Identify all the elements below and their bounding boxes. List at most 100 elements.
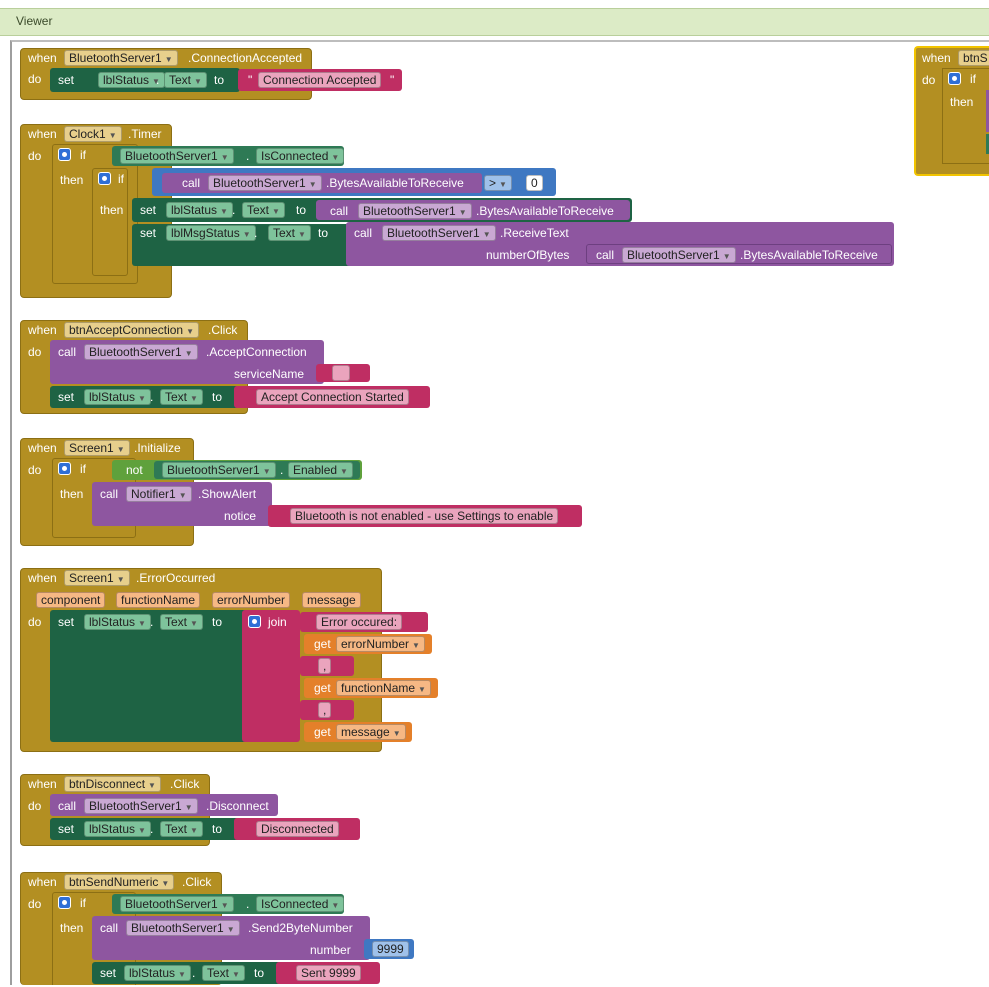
chevron-down-icon: ▼ — [262, 467, 271, 476]
if-keyword: if — [80, 462, 86, 476]
do-keyword: do — [28, 463, 42, 477]
component-dropdown[interactable]: BluetoothServer1 ▼ — [120, 896, 234, 912]
param-function-name[interactable]: functionName — [116, 592, 201, 608]
property-dropdown[interactable]: Enabled ▼ — [288, 462, 353, 478]
chevron-down-icon: ▼ — [138, 394, 146, 403]
component-dropdown[interactable]: btnDisconnect ▼ — [64, 776, 161, 792]
text-value[interactable]: Sent 9999 — [296, 965, 361, 981]
target-dropdown[interactable]: lblStatus ▼ — [84, 614, 151, 630]
component-dropdown[interactable]: btnS — [958, 50, 989, 66]
property-dropdown[interactable]: Text ▼ — [164, 72, 207, 88]
variable-dropdown[interactable]: functionName ▼ — [336, 680, 431, 696]
component-dropdown[interactable]: btnSendNumeric ▼ — [64, 874, 175, 890]
when-keyword: when — [922, 51, 951, 65]
component-dropdown[interactable]: BluetoothServer1 ▼ — [84, 798, 198, 814]
set-keyword: set — [58, 73, 75, 87]
property-dropdown[interactable]: IsConnected ▼ — [256, 148, 345, 164]
chevron-down-icon: ▼ — [722, 252, 731, 261]
empty-text-value[interactable] — [332, 365, 350, 381]
chevron-down-icon: ▼ — [499, 180, 507, 189]
target-dropdown[interactable]: lblStatus ▼ — [84, 389, 151, 405]
component-dropdown[interactable]: BluetoothServer1 ▼ — [120, 148, 234, 164]
event-name: .ConnectionAccepted — [188, 51, 303, 65]
text-value[interactable]: Accept Connection Started — [256, 389, 409, 405]
param-component[interactable]: component — [36, 592, 106, 608]
set-keyword: set — [140, 226, 157, 240]
chevron-down-icon: ▼ — [482, 230, 491, 239]
component-dropdown[interactable]: Screen1 ▼ — [64, 570, 130, 586]
to-keyword: to — [212, 390, 223, 404]
blocks-workspace[interactable]: when BluetoothServer1 ▼ .ConnectionAccept… — [10, 40, 989, 985]
event-name: .Initialize — [134, 441, 181, 455]
gear-icon[interactable] — [248, 615, 261, 628]
chevron-down-icon: ▼ — [220, 153, 229, 162]
chevron-down-icon: ▼ — [220, 901, 229, 910]
gear-icon[interactable] — [58, 148, 71, 161]
target-dropdown[interactable]: lblStatus ▼ — [84, 821, 151, 837]
text-value[interactable]: Error occured: — [316, 614, 403, 630]
variable-dropdown[interactable]: message ▼ — [336, 724, 406, 740]
chevron-down-icon: ▼ — [116, 575, 125, 584]
param-message[interactable]: message — [302, 592, 361, 608]
target-dropdown[interactable]: lblStatus ▼ — [98, 72, 165, 88]
property-dropdown[interactable]: Text ▼ — [242, 202, 285, 218]
component-dropdown[interactable]: BluetoothServer1 ▼ — [64, 50, 178, 66]
component-dropdown[interactable]: BluetoothServer1 ▼ — [358, 203, 472, 219]
text-value[interactable]: Bluetooth is not enabled - use Settings … — [290, 508, 559, 524]
gear-icon[interactable] — [58, 896, 71, 909]
chevron-down-icon: ▼ — [298, 230, 306, 239]
component-dropdown[interactable]: BluetoothServer1 ▼ — [84, 344, 198, 360]
to-keyword: to — [212, 822, 223, 836]
if-keyword: if — [118, 172, 124, 186]
method-name: .ReceiveText — [500, 226, 569, 240]
viewer-title: Viewer — [16, 14, 53, 28]
gear-icon[interactable] — [98, 172, 111, 185]
property-dropdown[interactable]: Text ▼ — [160, 614, 203, 630]
chevron-down-icon: ▼ — [412, 641, 420, 650]
text-value[interactable]: , — [318, 658, 332, 674]
property-dropdown[interactable]: Text ▼ — [160, 389, 203, 405]
number-value[interactable]: 0 — [526, 175, 543, 191]
not-keyword: not — [126, 463, 143, 477]
component-dropdown[interactable]: btnAcceptConnection ▼ — [64, 322, 199, 338]
property-dropdown[interactable]: IsConnected ▼ — [256, 896, 345, 912]
component-dropdown[interactable]: Screen1 ▼ — [64, 440, 130, 456]
param-label: notice — [224, 509, 257, 523]
get-keyword: get — [314, 681, 331, 695]
gear-icon[interactable] — [58, 462, 71, 475]
text-value[interactable]: Disconnected — [256, 821, 339, 837]
component-dropdown[interactable]: BluetoothServer1 ▼ — [382, 225, 496, 241]
target-dropdown[interactable]: lblMsgStatus ▼ — [166, 225, 256, 241]
component-dropdown[interactable]: Notifier1 ▼ — [126, 486, 192, 502]
component-dropdown[interactable]: BluetoothServer1 ▼ — [208, 175, 322, 191]
get-keyword: get — [314, 725, 331, 739]
variable-dropdown[interactable]: errorNumber ▼ — [336, 636, 425, 652]
then-keyword: then — [60, 921, 84, 935]
dot-label: . — [150, 390, 154, 404]
if-keyword: if — [80, 896, 86, 910]
event-name: .Click — [170, 777, 200, 791]
param-error-number[interactable]: errorNumber — [212, 592, 291, 608]
operator-dropdown[interactable]: > ▼ — [484, 175, 512, 191]
property-dropdown[interactable]: Text ▼ — [268, 225, 311, 241]
component-dropdown[interactable]: Clock1 ▼ — [64, 126, 122, 142]
gear-icon[interactable] — [948, 72, 961, 85]
chevron-down-icon: ▼ — [148, 781, 156, 790]
chevron-down-icon: ▼ — [116, 445, 125, 454]
event-name: .ErrorOccurred — [136, 571, 216, 585]
target-dropdown[interactable]: lblStatus ▼ — [124, 965, 191, 981]
text-value[interactable]: Connection Accepted — [258, 72, 382, 88]
component-dropdown[interactable]: BluetoothServer1 ▼ — [162, 462, 276, 478]
property-dropdown[interactable]: Text ▼ — [160, 821, 203, 837]
param-label: serviceName — [234, 367, 305, 381]
dot-label: . — [156, 73, 160, 87]
chevron-down-icon: ▼ — [232, 970, 240, 979]
component-dropdown[interactable]: BluetoothServer1 ▼ — [126, 920, 240, 936]
do-keyword: do — [28, 615, 42, 629]
target-dropdown[interactable]: lblStatus ▼ — [166, 202, 233, 218]
event-name: .Click — [182, 875, 212, 889]
number-value[interactable]: 9999 — [372, 941, 409, 957]
text-value[interactable]: , — [318, 702, 332, 718]
component-dropdown[interactable]: BluetoothServer1 ▼ — [622, 247, 736, 263]
property-dropdown[interactable]: Text ▼ — [202, 965, 245, 981]
